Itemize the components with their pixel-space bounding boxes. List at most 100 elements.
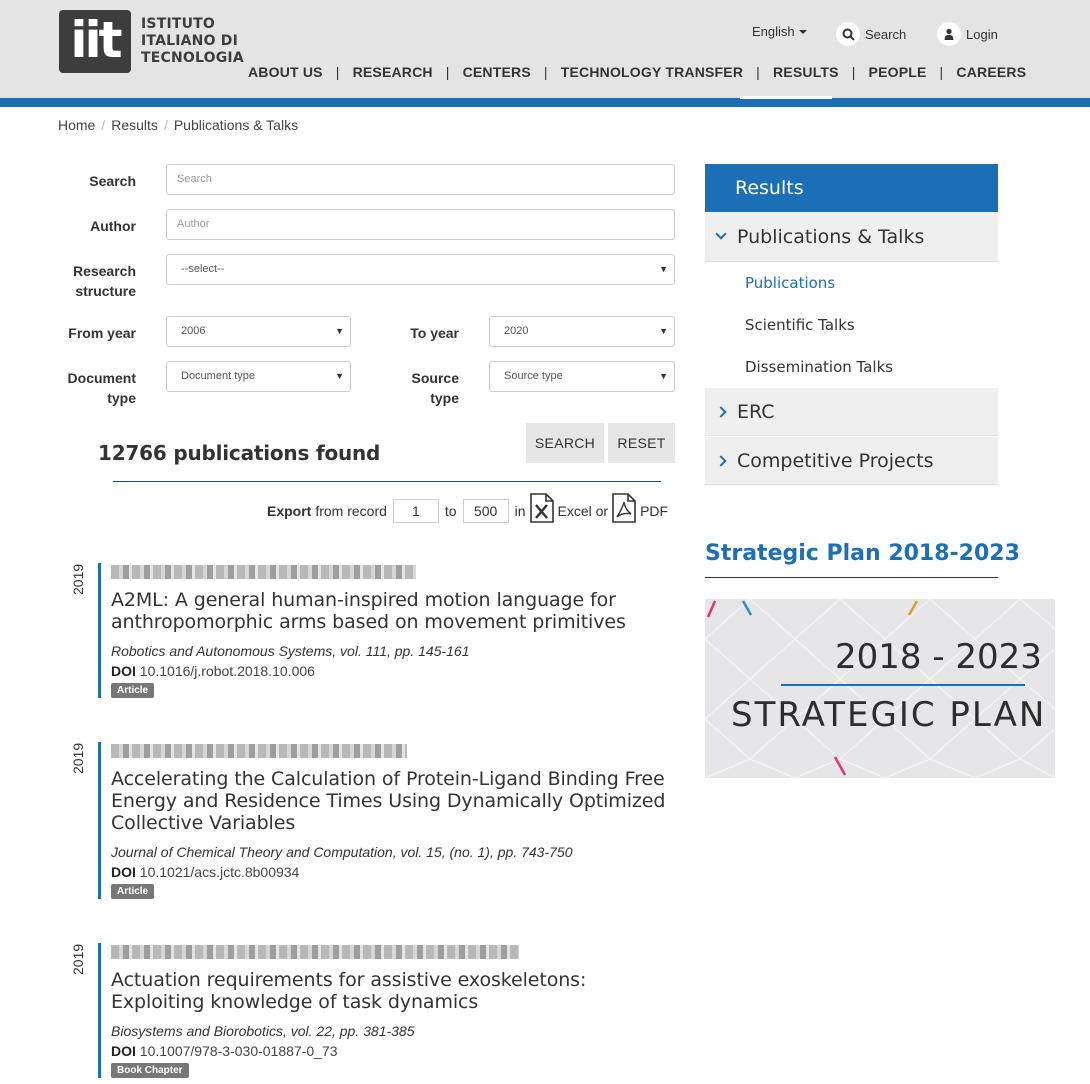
results-count: 12766 publications found [98,441,381,465]
select-arrow-icon: ▼ [659,371,668,381]
banner-years: 2018 - 2023 [835,637,1042,677]
search-label: Search [89,173,136,189]
research-structure-label-line-2: structure [75,283,136,299]
header-search-link[interactable]: Search [836,22,906,46]
breadcrumb: Home / Results / Publications & Talks [58,117,298,133]
export-bar: Export from record 1 to 500 in Excel or … [267,493,668,524]
strategic-plan-title[interactable]: Strategic Plan 2018-2023 [705,541,1020,566]
select-arrow-icon: ▼ [659,326,668,336]
export-to-text: to [444,503,457,519]
header-accent-bar [0,96,1090,107]
research-structure-value: --select-- [181,263,225,275]
publication-year: 2019 [70,742,86,774]
iit-logo[interactable]: iit [59,10,131,73]
sidebar-section-publications-talks[interactable]: Publications & Talks [705,212,998,262]
document-type-select[interactable]: Document type ▼ [166,361,351,392]
source-type-select[interactable]: Source type ▼ [489,361,675,392]
search-input[interactable]: Search [166,164,675,195]
document-type-label-line-2: type [107,390,136,406]
language-selector[interactable]: English [752,24,807,39]
sidebar-section-competitive-projects[interactable]: Competitive Projects [705,437,998,485]
sidebar-section-erc[interactable]: ERC [705,388,998,436]
publication-type-badge: Article [111,683,155,698]
main-nav: ABOUT US | RESEARCH | CENTERS | TECHNOLO… [248,64,1026,80]
sidebar-item-dissemination-talks[interactable]: Dissemination Talks [745,358,893,376]
logo-line-3: TECNOLOGIA [141,50,244,66]
research-structure-label-line-1: Research [72,263,136,279]
excel-file-icon[interactable] [529,493,555,523]
nav-separator: | [939,64,944,80]
strategic-plan-banner[interactable]: 2018 - 2023 STRATEGIC PLAN [705,599,1055,778]
export-from-text: from record [315,503,387,519]
header-login-link[interactable]: Login [937,22,998,46]
breadcrumb-separator: / [163,117,168,133]
banner-pattern [705,599,1055,778]
export-from-input[interactable]: 1 [392,499,439,523]
doi-label: DOI [111,663,136,679]
to-year-select[interactable]: 2020 ▼ [489,316,675,347]
sidebar-section-label: Publications & Talks [737,225,925,248]
sidebar-item-scientific-talks[interactable]: Scientific Talks [745,316,855,334]
publication-year: 2019 [70,563,86,595]
source-type-label: Source type [380,368,459,408]
publication-doi: DOI 10.1007/978-3-030-01887-0_73 [111,1043,668,1059]
header-search-label: Search [865,26,907,42]
sidebar-section-label: ERC [737,400,775,423]
from-year-select[interactable]: 2006 ▼ [166,316,351,347]
publication-doi: DOI 10.1016/j.robot.2018.10.006 [111,663,668,679]
site-header: iit ISTITUTO ITALIANO DI TECNOLOGIA Engl… [0,0,1090,98]
publication-title[interactable]: Actuation requirements for assistive exo… [111,969,668,1013]
search-icon [836,22,860,46]
chevron-right-icon [715,454,727,467]
doi-value[interactable]: 10.1007/978-3-030-01887-0_73 [140,1043,338,1059]
nav-people[interactable]: PEOPLE [869,64,927,80]
strategic-plan-divider [705,577,998,578]
sidebar-header[interactable]: Results [705,164,998,212]
author-input[interactable]: Author [166,209,675,240]
sidebar-item-publications[interactable]: Publications [745,274,835,292]
document-type-value: Document type [181,370,255,382]
breadcrumb-home[interactable]: Home [58,117,95,133]
publication-type-badge: Book Chapter [111,1063,189,1078]
logo-wordmark[interactable]: ISTITUTO ITALIANO DI TECNOLOGIA [141,16,244,67]
breadcrumb-separator: / [101,117,106,133]
export-excel-link[interactable]: Excel or [558,503,609,519]
chevron-right-icon [715,405,727,418]
nav-separator: | [543,64,548,80]
nav-careers[interactable]: CAREERS [956,64,1026,80]
nav-about-us[interactable]: ABOUT US [248,64,323,80]
select-arrow-icon: ▼ [335,326,344,336]
nav-research[interactable]: RESEARCH [353,64,433,80]
from-year-label: From year [68,325,136,341]
publication-item: Accelerating the Calculation of Protein-… [98,742,668,899]
doi-value[interactable]: 10.1016/j.robot.2018.10.006 [140,663,315,679]
nav-results[interactable]: RESULTS [773,64,839,80]
publication-authors-redacted [111,744,407,758]
document-type-label: Document type [50,368,136,408]
publication-item: A2ML: A general human-inspired motion la… [98,563,668,698]
active-tab-indicator [740,96,832,99]
nav-technology-transfer[interactable]: TECHNOLOGY TRANSFER [561,64,743,80]
breadcrumb-results[interactable]: Results [111,117,158,133]
export-pdf-link[interactable]: PDF [640,503,668,519]
source-type-label-line-1: Source [411,370,459,386]
research-structure-select[interactable]: --select-- ▼ [166,254,675,285]
to-year-label: To year [410,325,459,341]
export-in-text: in [514,503,526,519]
nav-separator: | [335,64,340,80]
nav-separator: | [851,64,856,80]
user-icon [937,22,961,46]
publication-title[interactable]: Accelerating the Calculation of Protein-… [111,768,668,834]
nav-centers[interactable]: CENTERS [463,64,531,80]
publication-source: Journal of Chemical Theory and Computati… [111,844,573,860]
pdf-file-icon[interactable] [611,493,637,523]
source-type-label-line-2: type [430,390,459,406]
doi-value[interactable]: 10.1021/acs.jctc.8b00934 [140,864,300,880]
publication-title[interactable]: A2ML: A general human-inspired motion la… [111,589,668,633]
logo-mark: iit [70,11,122,69]
reset-button[interactable]: RESET [608,423,675,463]
export-to-input[interactable]: 500 [462,499,509,523]
from-year-value: 2006 [181,325,206,337]
search-button[interactable]: SEARCH [526,423,604,463]
banner-strategic-plan: STRATEGIC PLAN [731,695,1047,735]
